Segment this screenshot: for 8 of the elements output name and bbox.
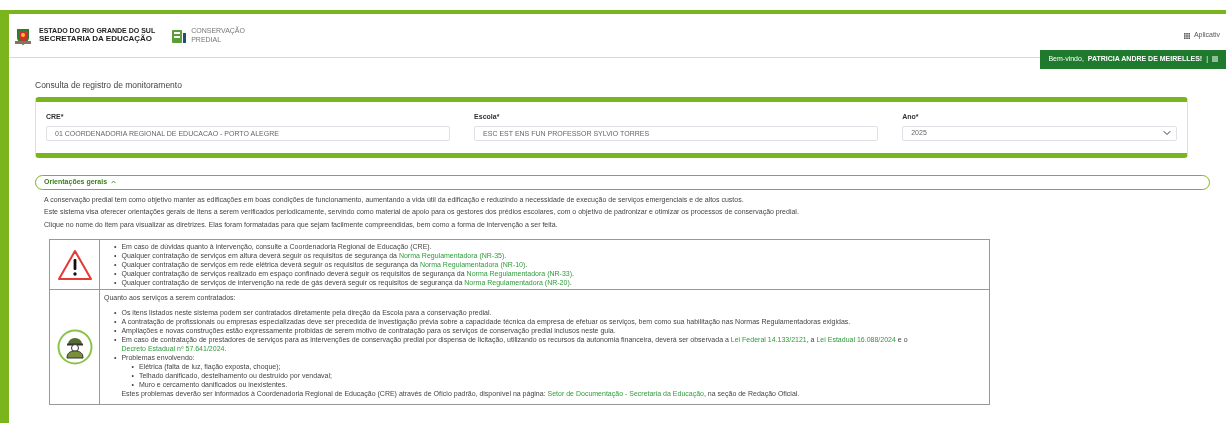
- department-name: SECRETARIA DA EDUCAÇÃO: [39, 34, 154, 44]
- building-logo-icon: [171, 27, 188, 44]
- menu-icon[interactable]: [1212, 56, 1218, 63]
- grid-icon: [1183, 32, 1190, 39]
- warning-icon: [56, 248, 93, 281]
- worker-icon: [56, 329, 93, 366]
- chevron-up-icon: [111, 180, 117, 185]
- page-title: Consulta de registro de monitoramento: [35, 78, 183, 92]
